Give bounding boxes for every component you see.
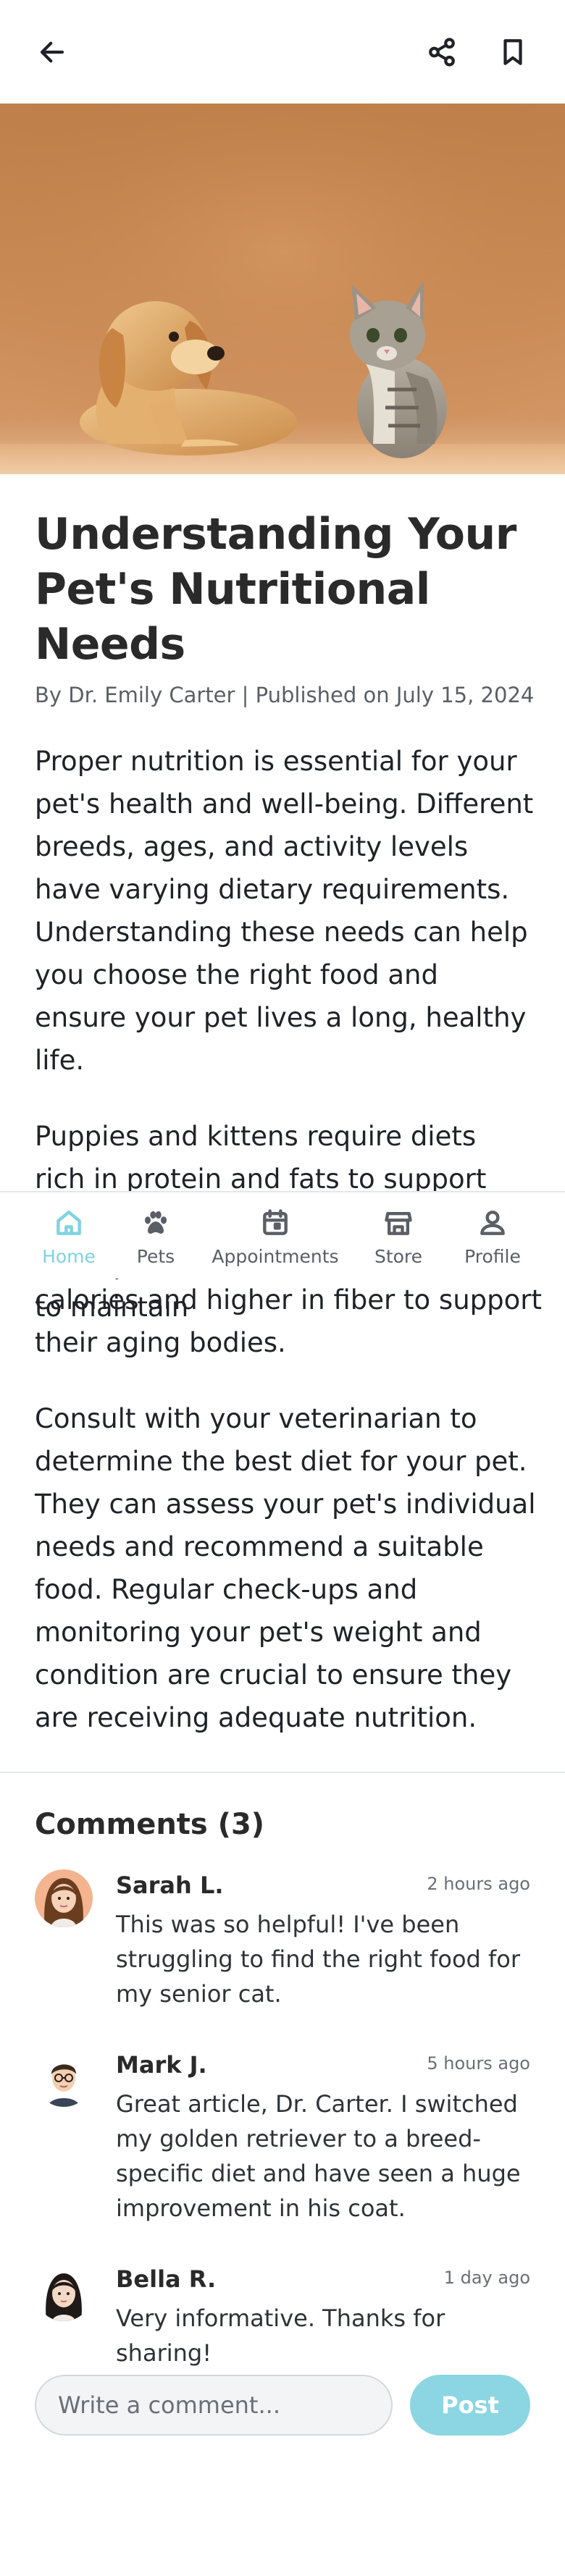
store-icon: [385, 1211, 412, 1235]
tab-label: Store: [374, 1246, 423, 1267]
comment-author: Mark J.: [116, 2051, 207, 2079]
comment-author: Sarah L.: [116, 1872, 224, 1899]
comment-timestamp: 5 hours ago: [427, 2053, 530, 2074]
bookmark-button[interactable]: [487, 26, 539, 78]
avatar: [35, 2263, 93, 2321]
comment-timestamp: 2 hours ago: [427, 1874, 530, 1894]
comment-input[interactable]: [35, 2375, 393, 2436]
arrow-left-icon: [40, 41, 64, 63]
person-icon: [480, 1211, 505, 1235]
tab-profile[interactable]: Profile: [453, 1192, 532, 1280]
hero-image: [0, 104, 565, 474]
avatar: [35, 1869, 93, 1927]
tab-home[interactable]: Home: [29, 1192, 109, 1280]
article-paragraph: Proper nutrition is essential for your p…: [35, 746, 534, 1076]
article-title: Understanding Your Pet's Nutritional Nee…: [35, 509, 516, 670]
comment-item: Sarah L. 2 hours ago This was so helpful…: [35, 1869, 530, 2014]
back-button[interactable]: [26, 26, 78, 78]
tab-store[interactable]: Store: [359, 1192, 438, 1280]
tab-pets[interactable]: Pets: [116, 1192, 196, 1280]
tab-label: Home: [42, 1246, 96, 1267]
article-paragraph: calories and higher in fiber to support …: [35, 1284, 542, 1358]
comment-text: Very informative. Thanks for sharing!: [116, 2304, 445, 2367]
comment-text: This was so helpful! I've been strugglin…: [116, 1911, 520, 2008]
article-byline: By Dr. Emily Carter | Published on July …: [35, 683, 535, 707]
comment-timestamp: 1 day ago: [443, 2268, 530, 2288]
comments-section: Comments (3) Sarah L. 2 hours ago This w…: [35, 1803, 530, 2367]
bottom-navigation: Home Pets Appointments Store Profile: [0, 1191, 565, 1279]
avatar: [35, 2049, 93, 2107]
section-divider: [0, 1772, 565, 1773]
tab-label: Pets: [136, 1246, 175, 1267]
share-icon: [429, 38, 455, 67]
article-paragraph: Consult with your veterinarian to determ…: [35, 1403, 536, 1733]
share-button[interactable]: [416, 26, 468, 78]
tab-label: Profile: [464, 1246, 521, 1267]
home-icon: [56, 1211, 81, 1235]
comments-title: Comments (3): [35, 1808, 265, 1841]
paw-icon: [144, 1211, 167, 1234]
calendar-icon: [263, 1209, 288, 1235]
bookmark-icon: [503, 39, 522, 65]
comment-text: Great article, Dr. Carter. I switched my…: [116, 2090, 521, 2222]
comment-item: Bella R. 1 day ago Very informative. Tha…: [35, 2263, 530, 2367]
comment-author: Bella R.: [116, 2265, 217, 2293]
top-bar: [0, 0, 565, 104]
article-continued: calories and higher in fiber to support …: [35, 1279, 542, 1739]
comment-composer: Post: [35, 2375, 530, 2436]
comment-item: Mark J. 5 hours ago Great article, Dr. C…: [35, 2049, 530, 2230]
tab-label: Appointments: [212, 1246, 339, 1267]
tab-appointments[interactable]: Appointments: [210, 1192, 340, 1280]
dog-and-cat-illustration: [0, 104, 565, 474]
post-button[interactable]: Post: [410, 2375, 530, 2436]
